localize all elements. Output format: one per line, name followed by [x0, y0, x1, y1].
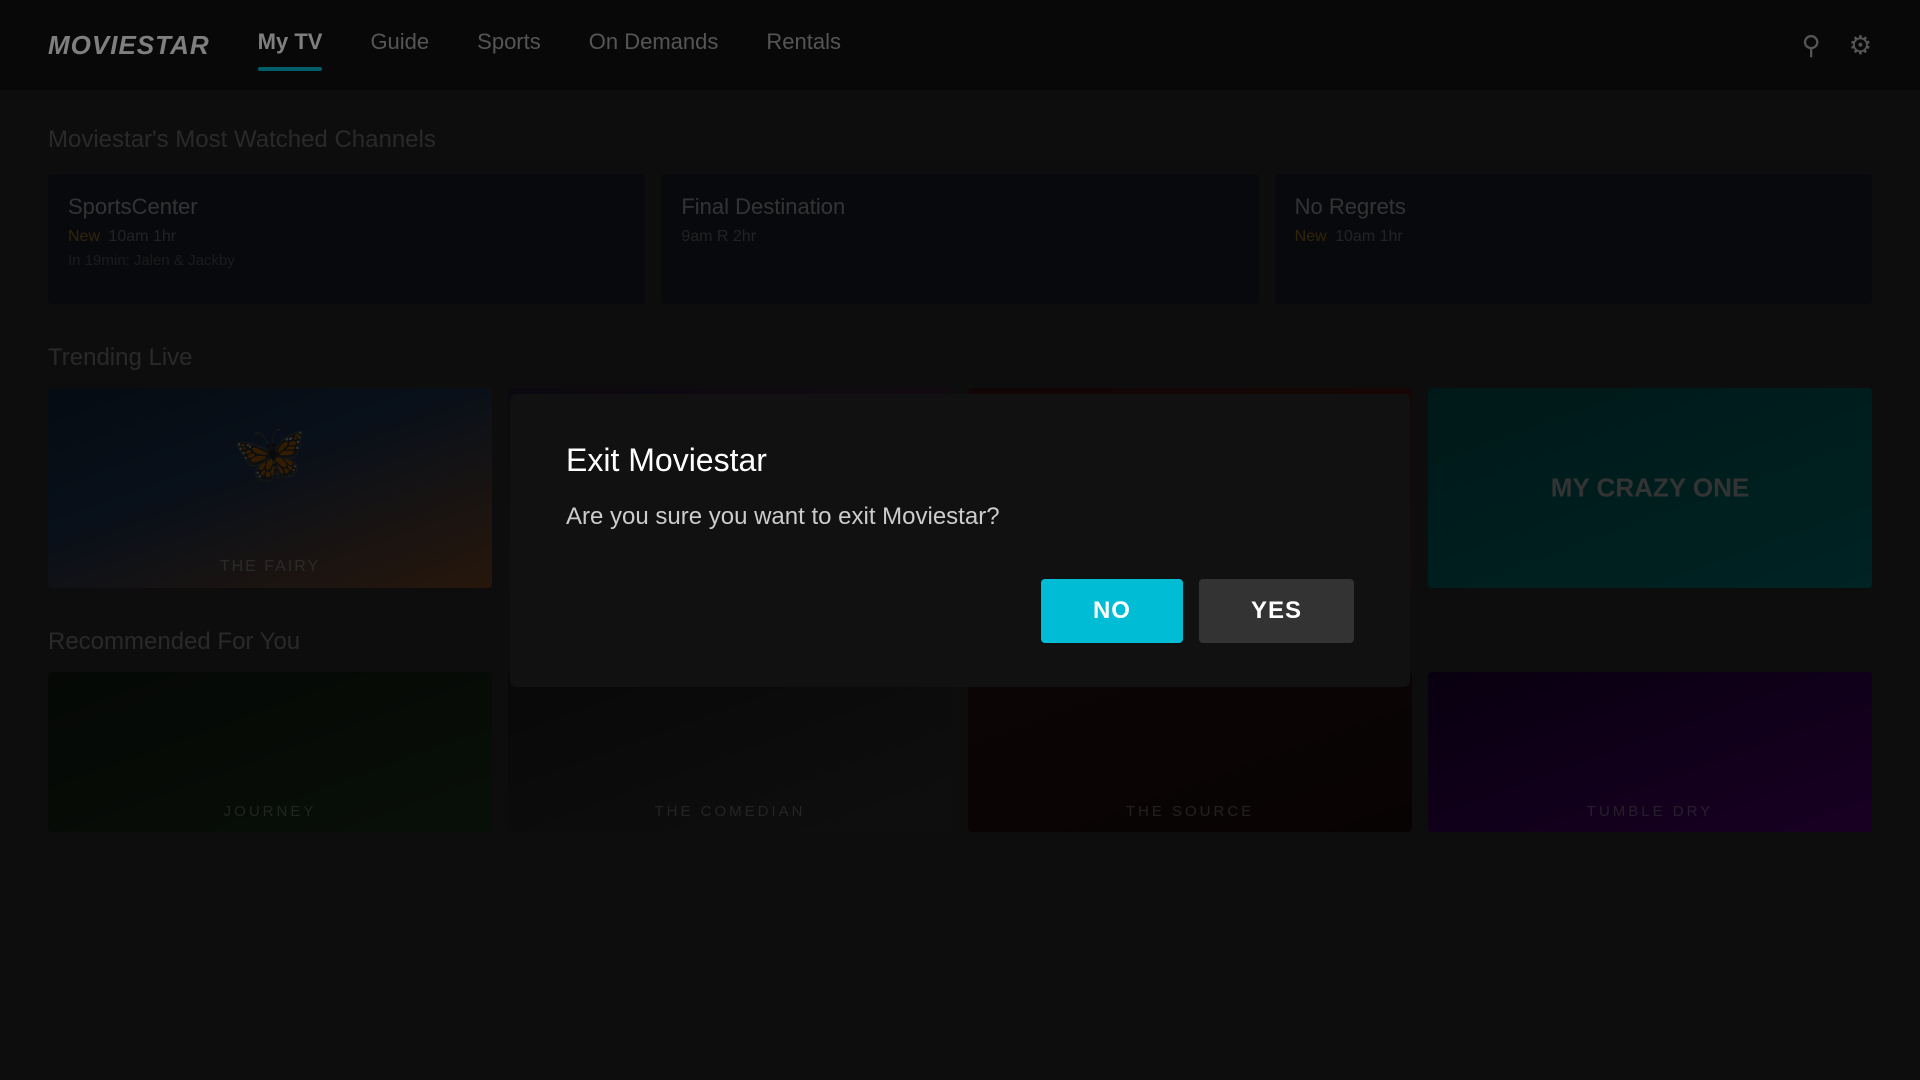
- exit-dialog: Exit Moviestar Are you sure you want to …: [510, 394, 1410, 687]
- dialog-message: Are you sure you want to exit Moviestar?: [566, 503, 1354, 531]
- dialog-title: Exit Moviestar: [566, 442, 1354, 479]
- yes-button[interactable]: YES: [1199, 579, 1354, 643]
- no-button[interactable]: NO: [1041, 579, 1183, 643]
- dialog-buttons: NO YES: [566, 579, 1354, 643]
- modal-overlay: Exit Moviestar Are you sure you want to …: [0, 0, 1920, 1080]
